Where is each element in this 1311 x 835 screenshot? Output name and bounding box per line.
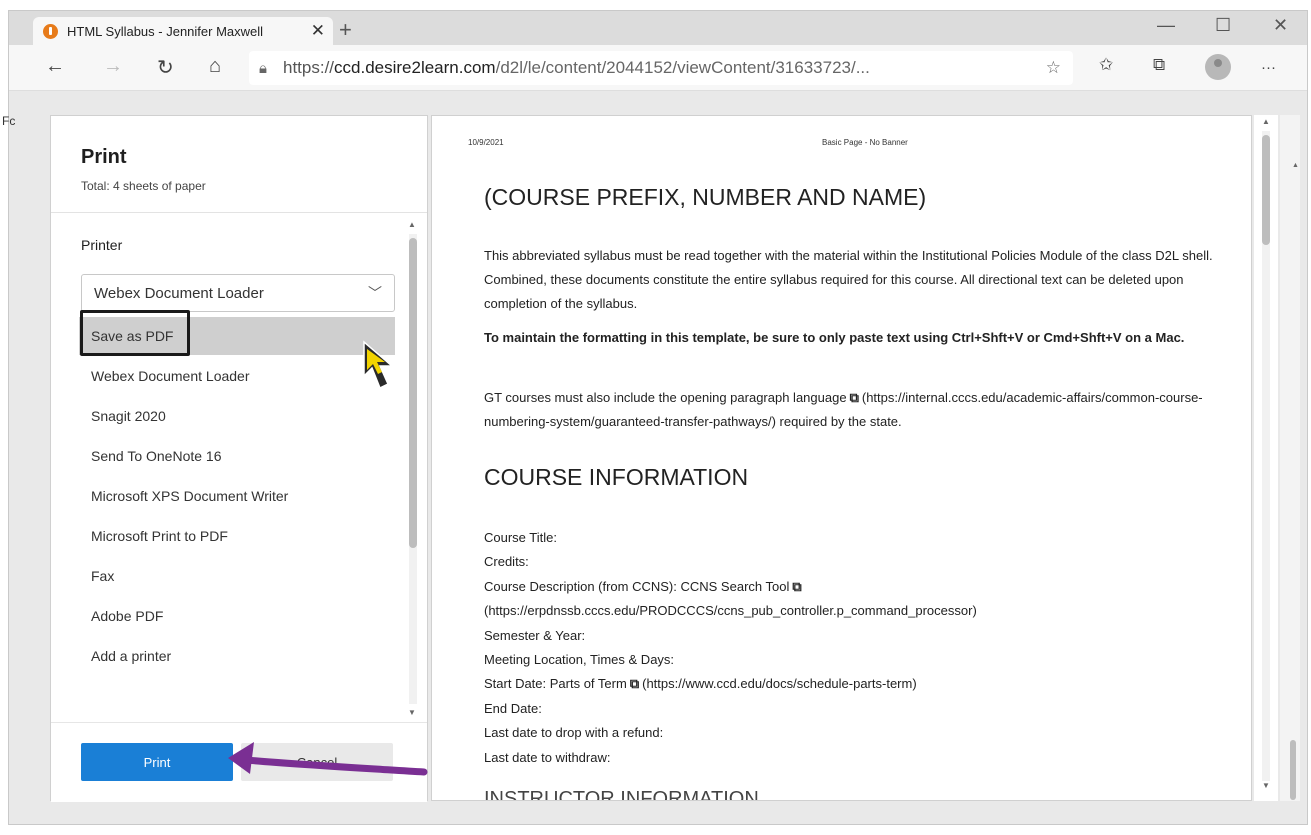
annotation-overlay (228, 340, 428, 776)
mouse-cursor-icon (363, 340, 395, 390)
purple-arrow-annotation (228, 742, 428, 776)
